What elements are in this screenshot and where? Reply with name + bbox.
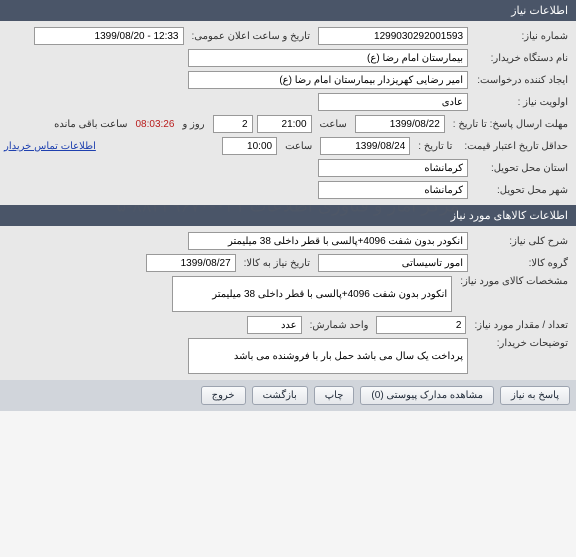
creator-input[interactable] xyxy=(188,71,468,89)
validity-date-input[interactable] xyxy=(320,137,410,155)
spec-label: مشخصات کالای مورد نیاز: xyxy=(456,276,572,287)
buyer-label: نام دستگاه خریدار: xyxy=(472,53,572,64)
need-number-label: شماره نیاز: xyxy=(472,31,572,42)
city-label: شهر محل تحویل: xyxy=(472,185,572,196)
unit-label: واحد شمارش: xyxy=(306,320,373,331)
reply-button[interactable]: پاسخ به نیاز xyxy=(500,386,570,405)
section2-body: شرح کلی نیاز: گروه کالا: تاریخ نیاز به ک… xyxy=(0,226,576,380)
unit-input[interactable] xyxy=(247,316,302,334)
print-button[interactable]: چاپ xyxy=(314,386,355,405)
spec-input[interactable] xyxy=(172,276,452,312)
date-goods-input[interactable] xyxy=(146,254,236,272)
date-goods-label: تاریخ نیاز به کالا: xyxy=(240,258,314,269)
validity-time-input[interactable] xyxy=(222,137,277,155)
province-input[interactable] xyxy=(318,159,468,177)
validity-to-label: تا تاریخ : xyxy=(414,141,456,152)
exit-button[interactable]: خروج xyxy=(201,386,246,405)
days-remaining-input[interactable] xyxy=(213,115,253,133)
notes-label: توضیحات خریدار: xyxy=(472,338,572,349)
validity-time-label: ساعت xyxy=(281,141,316,152)
buyer-input[interactable] xyxy=(188,49,468,67)
desc-label: شرح کلی نیاز: xyxy=(472,236,572,247)
group-label: گروه کالا: xyxy=(472,258,572,269)
days-label: روز و xyxy=(178,119,208,130)
announce-date-label: تاریخ و ساعت اعلان عمومی: xyxy=(188,31,315,42)
validity-label: حداقل تاریخ اعتبار قیمت: xyxy=(460,141,572,152)
row-province: استان محل تحویل: xyxy=(4,157,572,179)
row-desc: شرح کلی نیاز: xyxy=(4,230,572,252)
deadline-time-label: ساعت xyxy=(316,119,351,130)
row-spec: مشخصات کالای مورد نیاز: xyxy=(4,274,572,314)
section1-header: اطلاعات نیاز xyxy=(0,0,576,21)
deadline-date-input[interactable] xyxy=(355,115,445,133)
deadline-time-input[interactable] xyxy=(257,115,312,133)
attachments-button[interactable]: مشاهده مدارک پیوستی (0) xyxy=(360,386,494,405)
qty-input[interactable] xyxy=(376,316,466,334)
province-label: استان محل تحویل: xyxy=(472,163,572,174)
group-input[interactable] xyxy=(318,254,468,272)
row-city: شهر محل تحویل: xyxy=(4,179,572,201)
row-need-number: شماره نیاز: تاریخ و ساعت اعلان عمومی: xyxy=(4,25,572,47)
section1-body: شماره نیاز: تاریخ و ساعت اعلان عمومی: نا… xyxy=(0,21,576,205)
deadline-label: مهلت ارسال پاسخ: تا تاریخ : xyxy=(449,119,572,130)
row-group: گروه کالا: تاریخ نیاز به کالا: xyxy=(4,252,572,274)
countdown-timer: 08:03:26 xyxy=(136,119,175,130)
back-button[interactable]: بازگشت xyxy=(252,386,308,405)
notes-input[interactable] xyxy=(188,338,468,374)
row-deadline: مهلت ارسال پاسخ: تا تاریخ : ساعت روز و 0… xyxy=(4,113,572,135)
button-bar: پاسخ به نیاز مشاهده مدارک پیوستی (0) چاپ… xyxy=(0,380,576,411)
section2-header: اطلاعات کالاهای مورد نیاز xyxy=(0,205,576,226)
row-creator: ایجاد کننده درخواست: xyxy=(4,69,572,91)
row-validity: حداقل تاریخ اعتبار قیمت: تا تاریخ : ساعت… xyxy=(4,135,572,157)
row-priority: اولویت نیاز : xyxy=(4,91,572,113)
contact-link[interactable]: اطلاعات تماس خریدار xyxy=(4,141,96,152)
need-number-input[interactable] xyxy=(318,27,468,45)
countdown-label: ساعت باقی مانده xyxy=(50,119,131,130)
qty-label: تعداد / مقدار مورد نیاز: xyxy=(470,320,572,331)
row-buyer: نام دستگاه خریدار: xyxy=(4,47,572,69)
city-input[interactable] xyxy=(318,181,468,199)
desc-input[interactable] xyxy=(188,232,468,250)
announce-date-input[interactable] xyxy=(34,27,184,45)
row-qty: تعداد / مقدار مورد نیاز: واحد شمارش: xyxy=(4,314,572,336)
priority-input[interactable] xyxy=(318,93,468,111)
creator-label: ایجاد کننده درخواست: xyxy=(472,75,572,86)
row-notes: توضیحات خریدار: xyxy=(4,336,572,376)
priority-label: اولویت نیاز : xyxy=(472,97,572,108)
